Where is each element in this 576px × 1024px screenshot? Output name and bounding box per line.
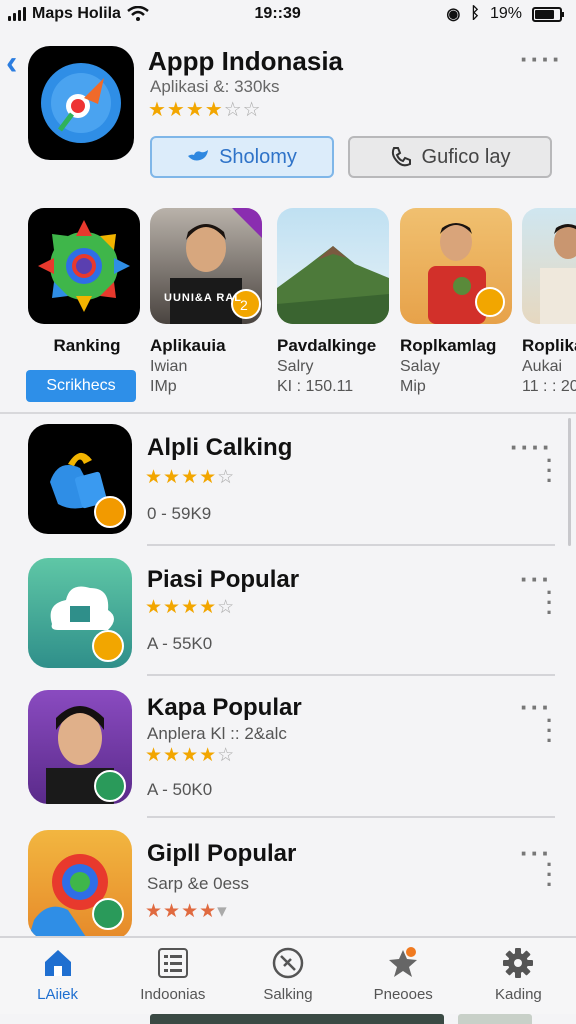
- tab-label: Pneooes: [373, 986, 433, 1003]
- row-title: Gipll Popular: [147, 840, 297, 867]
- back-chevron-icon[interactable]: ‹: [6, 46, 17, 80]
- home-icon: [44, 950, 71, 976]
- signal-icon: [8, 7, 26, 21]
- primary-action-button[interactable]: Sholomy: [150, 136, 334, 178]
- row-rating: ★★★★☆: [145, 597, 236, 618]
- list-item[interactable]: Kapa Popular Anplera Kl :: 2&alc ★★★★☆ A…: [0, 690, 576, 818]
- app-icon: [28, 690, 132, 804]
- person-photo: 2 UUNI&A RAL: [150, 208, 262, 324]
- card-title: Pavdalkinge: [277, 336, 377, 355]
- secondary-action-label: Gufico lay: [421, 145, 511, 168]
- secondary-action-button[interactable]: Gufico lay: [348, 136, 552, 178]
- battery-percent: 19%: [489, 5, 522, 22]
- tab-label: Indoonias: [140, 986, 206, 1003]
- kebab-menu-icon[interactable]: · · ·: [546, 854, 553, 896]
- card-title: Ranking: [53, 336, 121, 355]
- row-divider: [147, 544, 555, 546]
- row-meta: A - 55K0: [147, 634, 213, 653]
- tab-label: Salking: [263, 986, 313, 1003]
- card-line: Aukai: [522, 358, 563, 375]
- list-item[interactable]: Alpli Calking ★★★★☆ 0 - 59K9 ···· · · ·: [0, 424, 576, 546]
- carousel-card-roplika[interactable]: Roplika Aukai 11 : : 20: [522, 208, 576, 396]
- carousel-card-pavdalkinge[interactable]: Pavdalkinge Salry KI : 150.11: [277, 208, 395, 396]
- status-bar: Maps Holila 19::39 ◉ ᛒ 19%: [0, 0, 576, 28]
- tab-talking[interactable]: Salking: [230, 938, 345, 1014]
- list-item[interactable]: Piasi Popular ★★★★☆ A - 55K0 ··· · · ·: [0, 558, 576, 678]
- gear-icon: [503, 948, 534, 978]
- card-line: Iwian: [150, 358, 188, 375]
- carousel-card-ranking[interactable]: Ranking: [28, 208, 146, 356]
- row-title: Kapa Popular: [147, 694, 302, 721]
- row-subtitle: Sarp &e 0ess: [147, 874, 250, 893]
- card-line: Mip: [400, 378, 426, 395]
- list-icon: [157, 948, 188, 978]
- tab-indonesia[interactable]: Indoonias: [115, 938, 230, 1014]
- row-meta: 0 - 59K9: [147, 504, 212, 523]
- tab-kading[interactable]: Kading: [461, 938, 576, 1014]
- row-divider: [147, 674, 555, 676]
- tab-label: Kading: [495, 986, 542, 1003]
- card-line: KI : 150.11: [277, 378, 354, 395]
- battery-icon: [531, 6, 564, 22]
- carousel-card-aplikauia[interactable]: 2 UUNI&A RAL Aplikauia Iwian IMp: [150, 208, 268, 396]
- row-subtitle: Anplera Kl :: 2&alc: [147, 724, 287, 743]
- app-icon: [28, 558, 132, 668]
- photo-overlay-text: UUNI&A RAL: [164, 292, 243, 304]
- star-badge-icon: [389, 947, 418, 977]
- app-title: Appp Indonasia: [148, 46, 343, 76]
- row-rating: ★★★★▾: [145, 901, 228, 922]
- list-item[interactable]: Gipll Popular Sarp &e 0ess ★★★★▾ ··· · · ·: [0, 830, 576, 940]
- kebab-menu-icon[interactable]: · · ·: [546, 582, 553, 624]
- card-line: Salry: [277, 358, 314, 375]
- kebab-menu-icon[interactable]: · · ·: [546, 710, 553, 752]
- status-left: Maps Holila: [8, 5, 149, 23]
- clock: 19::39: [254, 5, 301, 22]
- wifi-icon: [127, 6, 149, 21]
- bottom-preview-strip: [458, 1014, 532, 1024]
- app-icon: [28, 424, 132, 534]
- status-right: ◉ ᛒ 19%: [446, 4, 564, 24]
- app-icon: [28, 46, 134, 160]
- bird-icon: [188, 150, 209, 161]
- tab-label: LAiiek: [37, 986, 79, 1003]
- bottom-preview-strip: [150, 1014, 444, 1024]
- ranking-button[interactable]: Scrikhecs: [26, 370, 136, 402]
- bluetooth-icon: ᛒ: [470, 5, 480, 22]
- phone-icon: [391, 147, 411, 167]
- card-title: Roplika: [522, 336, 576, 355]
- card-title: Roplkamlag: [400, 336, 497, 355]
- compass-app-icon: [41, 63, 121, 143]
- row-meta: A - 50K0: [147, 780, 213, 799]
- app-rating: ★★★★☆☆: [148, 99, 262, 121]
- card-line: IMp: [150, 378, 177, 395]
- more-options-icon[interactable]: ····: [520, 44, 563, 75]
- row-rating: ★★★★☆: [145, 745, 236, 766]
- tab-bar: LAiiek Indoonias Salking Pneooes Kading: [0, 936, 576, 1014]
- row-title: Alpli Calking: [147, 434, 293, 461]
- person-photo: [522, 208, 576, 324]
- compass-icon: [272, 947, 304, 979]
- kebab-menu-icon[interactable]: · · ·: [546, 450, 553, 492]
- tab-latest[interactable]: LAiiek: [0, 938, 115, 1014]
- card-title: Aplikauia: [150, 336, 226, 355]
- tab-pneooes[interactable]: Pneooes: [346, 938, 461, 1014]
- mountain-photo: [277, 208, 389, 324]
- carrier-label: Maps Holila: [32, 5, 121, 22]
- ranking-icon: [28, 208, 140, 324]
- app-subtitle: Aplikasi &: 330ks: [150, 77, 280, 96]
- app-icon: [28, 830, 132, 940]
- row-rating: ★★★★☆: [145, 467, 236, 488]
- person-photo: [400, 208, 512, 324]
- row-title: Piasi Popular: [147, 566, 300, 593]
- row-divider: [147, 816, 555, 818]
- carousel-card-roplkamlag[interactable]: Roplkamlag Salay Mip: [400, 208, 518, 396]
- primary-action-label: Sholomy: [219, 145, 297, 168]
- card-line: 11 : : 20: [522, 378, 576, 395]
- location-icon: ◉: [446, 6, 461, 23]
- card-line: Salay: [400, 358, 441, 375]
- section-divider: [0, 412, 576, 414]
